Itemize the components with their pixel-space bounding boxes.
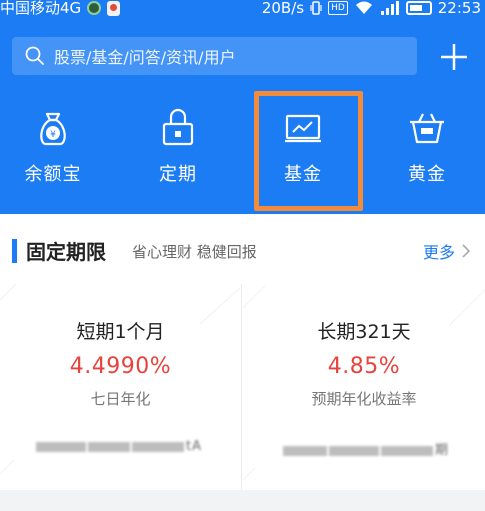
decorative-lines (243, 285, 485, 481)
vibrate-icon (310, 1, 322, 15)
nav-label: 定期 (159, 164, 197, 185)
product-rate-desc: 七日年化 (90, 390, 151, 408)
carrier-label: 中国移动4G (0, 0, 82, 17)
nav-label: 黄金 (408, 164, 446, 185)
signal-icon (380, 1, 399, 15)
product-name: 短期1个月 (76, 321, 165, 343)
note-tail: 期 (435, 443, 450, 458)
product-rate: 4.85% (327, 354, 401, 379)
product-note-blurred: tA (36, 439, 202, 454)
clock: 22:53 (437, 0, 481, 17)
status-left: 中国移动4G (0, 0, 121, 19)
money-bag-icon: ¥ (40, 112, 66, 146)
svg-text:¥: ¥ (50, 130, 56, 140)
nav-item-yuebao[interactable]: ¥ 余额宝 (3, 108, 103, 200)
location-icon (107, 0, 121, 16)
search-icon (25, 46, 44, 65)
note-tail: tA (186, 439, 202, 454)
more-link[interactable]: 更多 (423, 239, 471, 263)
header-area: 中国移动4G 20B/s HD 22:53 股票/基金/问答/资讯/用户 ¥ 余… (0, 0, 485, 214)
add-button[interactable] (438, 41, 470, 73)
hd-icon: HD (328, 1, 348, 15)
lock-icon (162, 108, 194, 146)
product-rate-desc: 预期年化收益率 (311, 390, 417, 408)
nav-item-fixed-term[interactable]: 定期 (128, 108, 228, 200)
product-list: 短期1个月 4.4990% 七日年化 tA 长期321天 4.85% 预期年化收… (0, 284, 485, 490)
section-subtitle: 省心理财 稳健回报 (132, 243, 257, 261)
status-bar: 中国移动4G 20B/s HD 22:53 (0, 0, 485, 22)
battery-icon (405, 1, 432, 15)
accent-bar (12, 239, 17, 263)
fund-highlight-box (254, 91, 363, 211)
wifi-icon (355, 1, 372, 14)
more-label: 更多 (422, 243, 455, 262)
fixed-term-section: 固定期限 省心理财 稳健回报 更多 短期1个月 4.4990% 七日年化 tA (0, 214, 485, 490)
basket-icon (410, 113, 444, 144)
section-title: 固定期限 (26, 240, 106, 264)
app-notification-icon (87, 1, 102, 15)
product-card-short-term[interactable]: 短期1个月 4.4990% 七日年化 tA (0, 284, 242, 490)
chevron-right-icon (462, 244, 471, 258)
search-placeholder: 股票/基金/问答/资讯/用户 (54, 48, 236, 67)
nav-label: 余额宝 (24, 164, 82, 185)
product-note-blurred: 期 (283, 439, 449, 458)
status-right: 20B/s HD 22:53 (262, 0, 481, 19)
decorative-lines (0, 284, 241, 475)
section-header: 固定期限 省心理财 稳健回报 更多 (0, 214, 485, 284)
product-rate: 4.4990% (69, 354, 172, 379)
search-input[interactable]: 股票/基金/问答/资讯/用户 (12, 37, 417, 75)
product-card-long-term[interactable]: 长期321天 4.85% 预期年化收益率 期 (243, 284, 485, 490)
nav-item-gold[interactable]: 黄金 (377, 108, 477, 200)
network-speed: 20B/s (261, 0, 305, 17)
product-name: 长期321天 (317, 321, 411, 343)
